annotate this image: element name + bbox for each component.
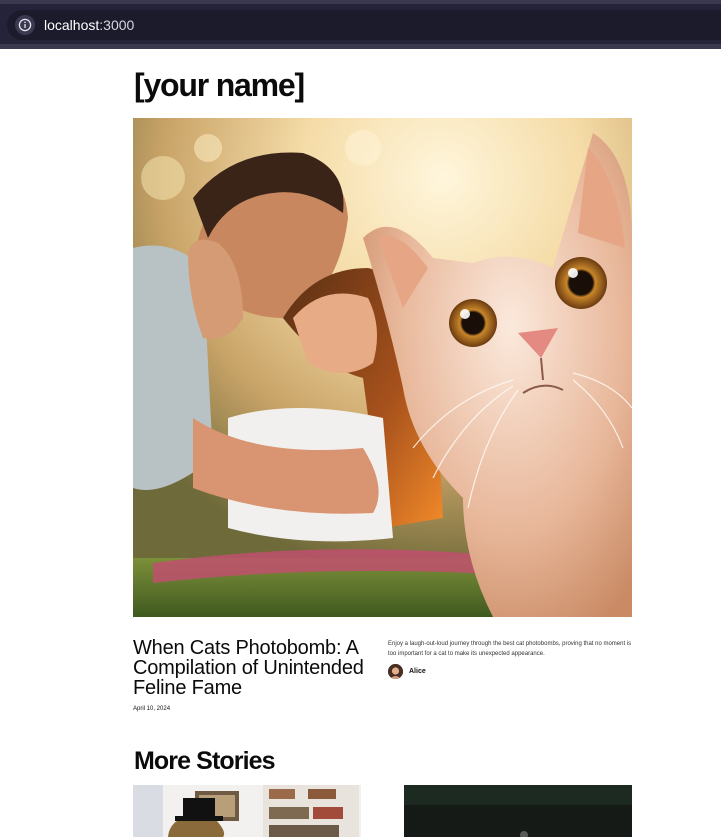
url-port: :3000 — [99, 17, 135, 33]
browser-toolbar: localhost:3000 — [0, 4, 721, 44]
address-bar[interactable]: localhost:3000 — [7, 10, 721, 40]
story-card-image[interactable] — [133, 785, 361, 837]
post-title[interactable]: When Cats Photobomb: A Compilation of Un… — [133, 638, 383, 698]
post-excerpt: Enjoy a laugh-out-loud journey through t… — [388, 641, 632, 657]
url-text[interactable]: localhost:3000 — [44, 17, 134, 33]
avatar — [388, 663, 403, 679]
story-card-image[interactable] — [404, 785, 632, 837]
post-date: April 10, 2024 — [133, 706, 171, 712]
hero-image[interactable] — [133, 118, 632, 617]
more-stories-heading: More Stories — [134, 747, 276, 775]
info-icon[interactable] — [15, 15, 35, 35]
browser-frame-bottom — [0, 44, 721, 49]
site-title[interactable]: [your name] — [134, 66, 305, 104]
url-host: localhost — [44, 17, 100, 33]
author: Alice — [388, 663, 426, 679]
author-name: Alice — [409, 667, 426, 675]
